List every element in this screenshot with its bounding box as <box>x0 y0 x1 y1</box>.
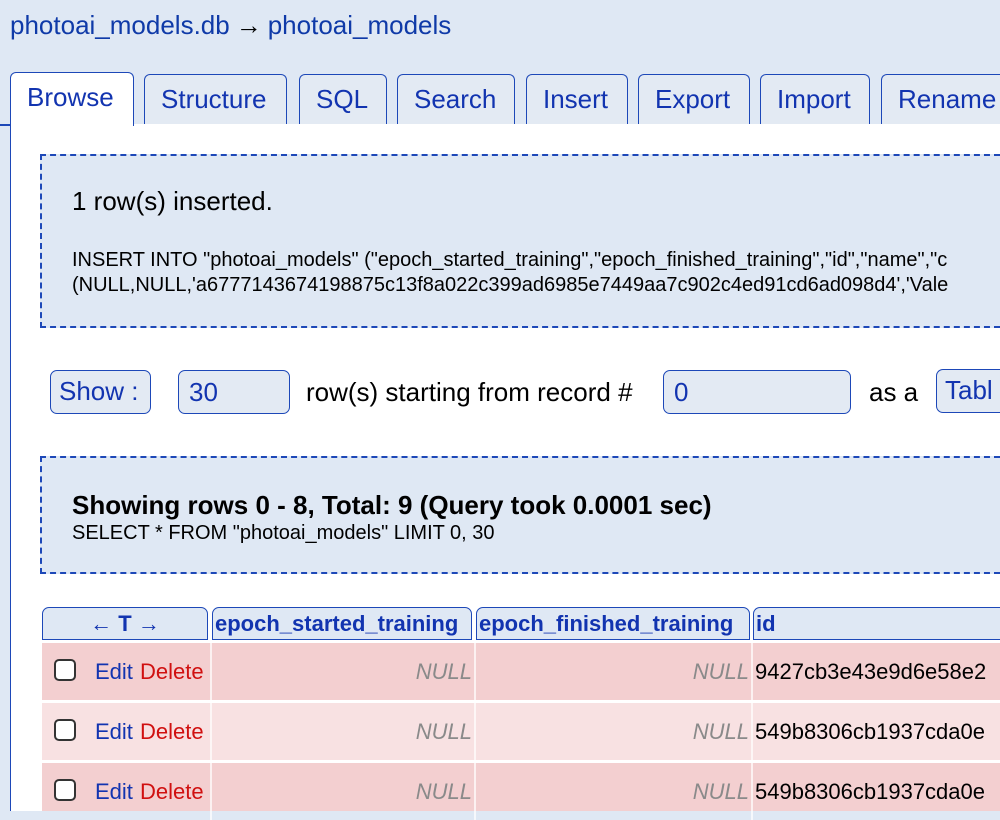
table-row: Edit Delete NULL NULL 549b8306cb1937cda0… <box>42 763 1000 820</box>
display-mode-select[interactable]: Tabl <box>936 369 1000 413</box>
results-sql: SELECT * FROM "photoai_models" LIMIT 0, … <box>72 522 495 544</box>
cell-divider <box>751 643 753 700</box>
tab-rename[interactable]: Rename <box>881 74 1000 124</box>
rows-count-input[interactable] <box>178 370 290 414</box>
tab-search[interactable]: Search <box>397 74 515 124</box>
start-record-input[interactable] <box>663 370 851 414</box>
edit-link[interactable]: Edit <box>95 763 133 820</box>
row-checkbox[interactable] <box>54 719 76 741</box>
row-checkbox[interactable] <box>54 659 76 681</box>
cell-divider <box>474 643 476 700</box>
insert-message-box: 1 row(s) inserted. INSERT INTO "photoai_… <box>40 154 1000 328</box>
cell-epoch-finished: NULL <box>692 719 749 744</box>
insert-sql-line-1: INSERT INTO "photoai_models" ("epoch_sta… <box>72 249 948 271</box>
results-message-box: Showing rows 0 - 8, Total: 9 (Query took… <box>40 456 1000 574</box>
show-button[interactable]: Show : <box>50 370 151 414</box>
cell-id: 9427cb3e43e9d6e58e2 <box>755 659 987 684</box>
column-header-epoch-finished[interactable]: epoch_finished_training <box>476 607 750 640</box>
table-row: Edit Delete NULL NULL 549b8306cb1937cda0… <box>42 703 1000 760</box>
as-a-label: as a <box>869 377 919 407</box>
cell-divider <box>751 763 753 820</box>
delete-link[interactable]: Delete <box>140 643 204 700</box>
breadcrumb-database-link[interactable]: photoai_models.db <box>10 10 230 40</box>
column-nav-header[interactable]: ← T → <box>42 607 208 640</box>
delete-link[interactable]: Delete <box>140 703 204 760</box>
column-header-epoch-started[interactable]: epoch_started_training <box>212 607 472 640</box>
insert-message-title: 1 row(s) inserted. <box>72 186 273 216</box>
cell-epoch-started: NULL <box>415 659 472 684</box>
edit-link[interactable]: Edit <box>95 703 133 760</box>
cell-divider <box>751 703 753 760</box>
column-header-id[interactable]: id <box>753 607 1000 640</box>
breadcrumb: photoai_models.db → photoai_models <box>10 8 451 42</box>
cell-divider <box>474 703 476 760</box>
tab-structure[interactable]: Structure <box>144 74 287 124</box>
tab-sql[interactable]: SQL <box>299 74 387 124</box>
delete-link[interactable]: Delete <box>140 763 204 820</box>
cell-divider <box>474 763 476 820</box>
tab-export[interactable]: Export <box>638 74 750 124</box>
tab-bar: Structure SQL Search Insert Export Impor… <box>0 72 1000 126</box>
edit-link[interactable]: Edit <box>95 643 133 700</box>
cell-epoch-finished: NULL <box>692 779 749 804</box>
breadcrumb-table-link[interactable]: photoai_models <box>268 10 452 40</box>
cell-id: 549b8306cb1937cda0e <box>755 779 986 804</box>
insert-sql-line-2: (NULL,NULL,'a6777143674198875c13f8a022c3… <box>72 274 949 296</box>
cell-epoch-finished: NULL <box>692 659 749 684</box>
results-summary: Showing rows 0 - 8, Total: 9 (Query took… <box>72 490 712 520</box>
rows-starting-label: row(s) starting from record # <box>306 377 633 407</box>
tab-browse[interactable]: Browse <box>10 72 134 126</box>
cell-epoch-started: NULL <box>415 779 472 804</box>
tab-insert[interactable]: Insert <box>526 74 628 124</box>
row-checkbox[interactable] <box>54 779 76 801</box>
breadcrumb-arrow: → <box>235 10 262 40</box>
table-row: Edit Delete NULL NULL 9427cb3e43e9d6e58e… <box>42 643 1000 700</box>
tab-import[interactable]: Import <box>760 74 870 124</box>
cell-id: 549b8306cb1937cda0e <box>755 719 986 744</box>
cell-epoch-started: NULL <box>415 719 472 744</box>
